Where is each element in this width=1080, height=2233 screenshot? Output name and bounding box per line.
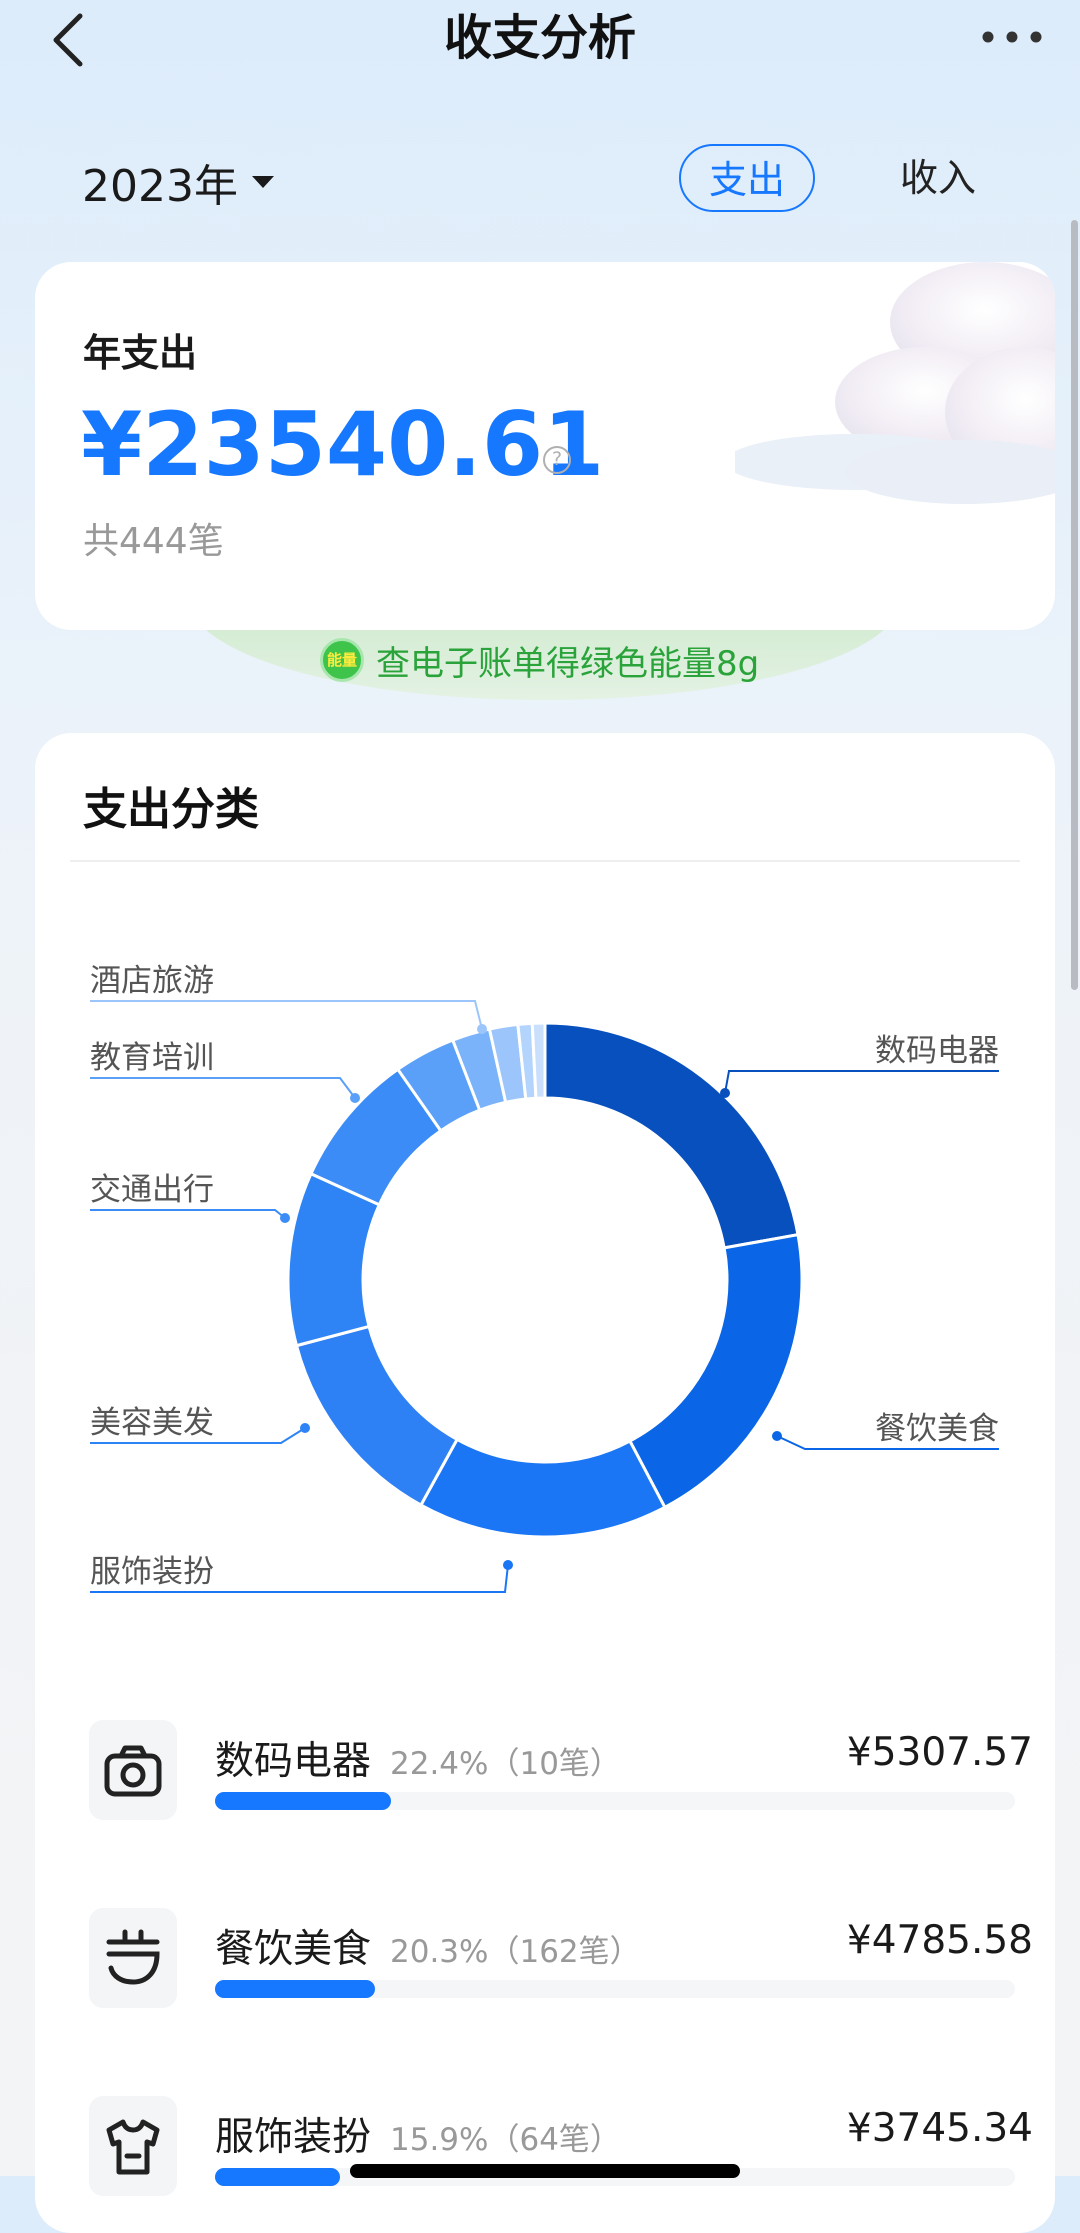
chart-label-apparel: 服饰装扮 bbox=[90, 1554, 214, 1590]
category-percent: 15.9%（64笔） bbox=[390, 2114, 621, 2159]
page-title: 收支分析 bbox=[443, 10, 636, 66]
category-name: 服饰装扮 bbox=[215, 2115, 372, 2160]
category-amount: ¥4785.58 bbox=[846, 1918, 1033, 1963]
leader-dot-transport bbox=[280, 1213, 290, 1223]
donut-slice-0[interactable] bbox=[543, 1021, 800, 1250]
category-progress-track bbox=[215, 1792, 1015, 1810]
donut-slice-10[interactable] bbox=[530, 1021, 547, 1100]
category-progress-fill bbox=[215, 1792, 391, 1810]
category-percent-value: 20.3% bbox=[390, 1934, 489, 1970]
energy-icon: 能量 bbox=[320, 638, 364, 682]
transaction-count: 共444笔 bbox=[83, 521, 224, 562]
category-progress-fill bbox=[215, 2168, 340, 2186]
green-energy-text: 查电子账单得绿色能量8g bbox=[376, 643, 760, 684]
back-button[interactable] bbox=[44, 10, 94, 70]
year-label: 2023年 bbox=[82, 161, 238, 212]
tab-income[interactable]: 收入 bbox=[870, 144, 1006, 212]
leader-line-hotel bbox=[90, 1000, 483, 1030]
category-progress-fill bbox=[215, 1980, 375, 1998]
expense-donut-chart[interactable]: 酒店旅游 教育培训 交通出行 美容美发 服饰装扮 数码电器 餐饮美食 bbox=[35, 733, 1055, 1653]
camera-icon bbox=[104, 1745, 162, 1797]
category-amount: ¥3745.34 bbox=[846, 2106, 1033, 2151]
cloud-decoration bbox=[735, 262, 1055, 504]
leader-line-transport bbox=[90, 1209, 286, 1219]
leader-dot-digital bbox=[720, 1088, 730, 1098]
category-progress-track bbox=[215, 1980, 1015, 1998]
chart-label-transport: 交通出行 bbox=[90, 1172, 214, 1208]
donut-slice-1[interactable] bbox=[627, 1232, 804, 1510]
chart-label-digital: 数码电器 bbox=[875, 1033, 999, 1069]
chart-label-education: 教育培训 bbox=[90, 1040, 214, 1076]
category-icon-box bbox=[89, 1720, 177, 1820]
category-percent-value: 15.9% bbox=[390, 2122, 489, 2158]
year-selector[interactable]: 2023年 bbox=[82, 150, 274, 214]
category-icon-box bbox=[89, 1908, 177, 2008]
tab-expense[interactable]: 支出 bbox=[679, 144, 815, 212]
more-icon bbox=[982, 31, 1042, 43]
chart-label-beauty: 美容美发 bbox=[90, 1405, 214, 1441]
caret-down-icon bbox=[251, 176, 274, 188]
green-energy-link[interactable]: 能量 查电子账单得绿色能量8g bbox=[320, 634, 759, 686]
chart-label-dining: 餐饮美食 bbox=[875, 1411, 999, 1447]
leader-dot-beauty bbox=[300, 1423, 310, 1433]
summary-label: 年支出 bbox=[83, 331, 198, 375]
bowl-icon bbox=[106, 1929, 160, 1985]
help-icon[interactable]: ? bbox=[543, 446, 571, 474]
donut-slice-2[interactable] bbox=[418, 1437, 667, 1539]
more-button[interactable] bbox=[980, 22, 1044, 52]
leader-line-education bbox=[90, 1077, 356, 1099]
annual-expense-amount: ¥23540.61 bbox=[81, 393, 605, 496]
category-percent: 20.3%（162笔） bbox=[390, 1926, 641, 1971]
category-icon-box bbox=[89, 2096, 177, 2196]
shirt-icon bbox=[106, 2119, 160, 2175]
top-bar: 收支分析 bbox=[0, 0, 1080, 80]
leader-dot-hotel bbox=[477, 1024, 487, 1034]
category-count: （162笔） bbox=[488, 1934, 641, 1970]
annual-summary-card: 年支出 ¥23540.61 ? 共444笔 bbox=[35, 262, 1055, 630]
leader-dot-apparel bbox=[503, 1560, 513, 1570]
category-amount: ¥5307.57 bbox=[846, 1730, 1033, 1775]
category-card: 支出分类 酒店旅游 教育培训 交通出行 美容美发 服饰装扮 数码电器 餐饮美食 bbox=[35, 733, 1055, 2233]
category-row-dining[interactable]: 餐饮美食 20.3%（162笔） ¥4785.58 bbox=[35, 1908, 1055, 2028]
leader-dot-dining bbox=[772, 1431, 782, 1441]
category-row-digital[interactable]: 数码电器 22.4%（10笔） ¥5307.57 bbox=[35, 1720, 1055, 1840]
category-count: （64笔） bbox=[488, 2122, 621, 2158]
category-percent: 22.4%（10笔） bbox=[390, 1738, 621, 1783]
category-row-apparel[interactable]: 服饰装扮 15.9%（64笔） ¥3745.34 bbox=[35, 2096, 1055, 2216]
category-name: 数码电器 bbox=[215, 1739, 372, 1784]
category-percent-value: 22.4% bbox=[390, 1746, 489, 1782]
leader-dot-education bbox=[350, 1093, 360, 1103]
category-name: 餐饮美食 bbox=[215, 1927, 372, 1972]
chart-label-hotel: 酒店旅游 bbox=[90, 963, 214, 999]
donut-slice-3[interactable] bbox=[294, 1324, 460, 1508]
leader-line-digital bbox=[724, 1070, 999, 1094]
chevron-left-icon bbox=[53, 13, 83, 67]
scrollbar[interactable] bbox=[1071, 220, 1078, 990]
category-count: （10笔） bbox=[488, 1746, 621, 1782]
